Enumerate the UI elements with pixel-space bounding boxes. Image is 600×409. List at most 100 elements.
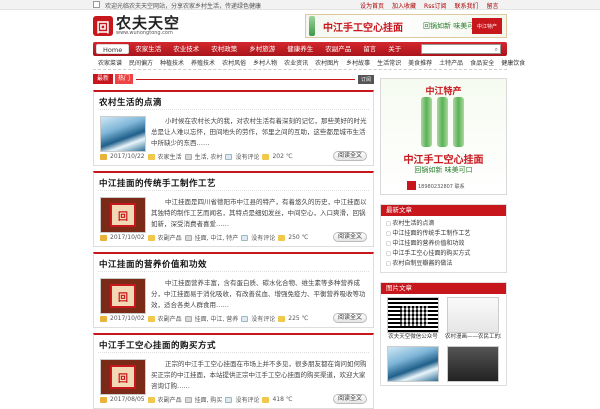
folder-icon	[147, 234, 155, 241]
rss-button[interactable]: 订阅	[357, 74, 374, 84]
noodle-jar-icon	[309, 16, 315, 36]
checkbox-icon[interactable]	[93, 1, 100, 8]
top-link-message[interactable]: 留言	[486, 1, 498, 10]
gallery-item[interactable]	[385, 346, 441, 382]
main-nav: Home 农家生活 农业技术 农村政策 乡村旅游 健康养生 农副产品 留言 关于…	[93, 42, 507, 56]
ad-title: 中江手工空心挂面	[403, 155, 484, 166]
post-category[interactable]: 农副产品	[158, 233, 182, 242]
subnav-item[interactable]: 民间偏方	[129, 58, 153, 69]
subnav-item[interactable]: 养殖技术	[191, 58, 215, 69]
post-excerpt: 中江挂面是四川省德阳市中江县的特产，有着悠久的历史，中江挂面以其独特的制作工艺而…	[151, 198, 367, 228]
recent-post-link[interactable]: 中江挂面的营养价值和功效	[386, 239, 501, 249]
gallery-widget: 图片文章 农夫天空微信公众号 农村漫画——农民工的艰辛	[380, 282, 507, 386]
sidebar: 中江特产 中江手工空心挂面 回锅如新 味美可口 18980232807 联系 最…	[380, 78, 507, 386]
post-views: 250 ℃	[288, 234, 309, 241]
tab-latest[interactable]: 最新	[93, 74, 114, 84]
top-link-favorite[interactable]: 加入收藏	[392, 1, 416, 10]
post-card: 中江挂面的传统手工制作工艺 回 中江挂面是四川省德阳市中江县的特产，有着悠久的历…	[93, 171, 374, 247]
divider	[98, 190, 369, 191]
nav-item[interactable]: 农副产品	[319, 44, 357, 54]
widget-title: 图片文章	[381, 283, 506, 294]
top-link-contact[interactable]: 联系我们	[454, 1, 478, 10]
post-thumbnail[interactable]: 回	[100, 359, 146, 395]
post-thumbnail[interactable]: 回	[100, 197, 146, 233]
read-more-button[interactable]: 阅读全文	[333, 151, 367, 161]
subnav-item[interactable]: 土特产品	[439, 58, 463, 69]
subnav-item[interactable]: 农村图片	[315, 58, 339, 69]
sidebar-ad[interactable]: 中江特产 中江手工空心挂面 回锅如新 味美可口 18980232807 联系	[380, 78, 507, 195]
calendar-icon	[100, 234, 107, 241]
top-links: 设为首页 加入收藏 Rss订阅 联系我们 留言	[360, 1, 498, 10]
views-icon	[278, 234, 286, 241]
nav-item[interactable]: 农家生活	[129, 44, 167, 54]
header-banner-ad[interactable]: 中江手工空心挂面 回锅如新 味美可口 中江特产	[305, 14, 507, 38]
post-tags[interactable]: 挂面, 中江, 营养	[195, 314, 239, 323]
sub-nav: 农家菜谱 民间偏方 种植技术 养殖技术 农村风俗 乡村人物 农业资讯 农村图片 …	[93, 58, 525, 70]
subnav-item[interactable]: 乡村故事	[346, 58, 370, 69]
top-bar: 欢迎光临农夫天空网站，分享农家乡村生活，传递绿色健康 设为首页 加入收藏 Rss…	[0, 0, 600, 10]
recent-post-link[interactable]: 农村自制豆瓣酱的做法	[386, 259, 501, 269]
seal-icon: 回	[110, 203, 136, 227]
subnav-item[interactable]: 健康饮食	[501, 58, 525, 69]
subnav-item[interactable]: 农业资讯	[284, 58, 308, 69]
sketch-image	[447, 297, 499, 333]
subnav-item[interactable]: 生活常识	[377, 58, 401, 69]
search-input[interactable]: ⌕	[421, 44, 501, 54]
gallery-item[interactable]: 农夫天空微信公众号	[385, 297, 441, 342]
subnav-item[interactable]: 乡村人物	[253, 58, 277, 69]
nav-home[interactable]: Home	[96, 44, 130, 54]
post-title[interactable]: 农村生活的点滴	[99, 96, 162, 108]
nav-item[interactable]: 关于	[382, 44, 407, 54]
post-views: 202 ℃	[272, 153, 293, 160]
read-more-button[interactable]: 阅读全文	[333, 232, 367, 242]
gallery-caption: 农村漫画——农民工的艰辛	[445, 334, 501, 340]
post-category[interactable]: 农副产品	[158, 314, 182, 323]
calendar-icon	[100, 153, 107, 160]
subnav-item[interactable]: 美食推荐	[408, 58, 432, 69]
post-meta: 2017/10/02 农副产品 挂面, 中江, 营养 没有评论 225 ℃	[100, 314, 308, 323]
subnav-item[interactable]: 农家菜谱	[98, 58, 122, 69]
seal-icon: 回	[110, 365, 136, 389]
logo-text: 农夫天空	[116, 14, 181, 32]
seal-icon: 回	[110, 284, 136, 308]
post-title[interactable]: 中江挂面的营养价值和功效	[99, 258, 207, 270]
post-comments[interactable]: 没有评论	[235, 152, 259, 161]
site-logo[interactable]: 回 农夫天空 www.wunongtong.com	[93, 14, 193, 38]
top-link-home[interactable]: 设为首页	[360, 1, 384, 10]
search-icon[interactable]: ⌕	[495, 46, 498, 54]
nav-item[interactable]: 农村政策	[205, 44, 243, 54]
subnav-item[interactable]: 种植技术	[160, 58, 184, 69]
banner-badge: 中江特产	[472, 18, 502, 34]
post-comments[interactable]: 没有评论	[251, 233, 275, 242]
tag-icon	[184, 153, 192, 160]
post-tags[interactable]: 生活, 农村	[195, 152, 223, 161]
post-excerpt: 小时候在农村长大的我，对农村生活有着深刻的记忆，那些美好的时光总是让人难以忘怀，…	[151, 117, 367, 147]
post-title[interactable]: 中江手工空心挂面的购买方式	[99, 339, 216, 351]
comment-icon	[225, 153, 233, 160]
noodle-jars-icon	[421, 97, 464, 147]
nav-item[interactable]: 留言	[357, 44, 382, 54]
nav-item[interactable]: 农业技术	[167, 44, 205, 54]
subnav-item[interactable]: 农村风俗	[222, 58, 246, 69]
nav-item[interactable]: 健康养生	[281, 44, 319, 54]
read-more-button[interactable]: 阅读全文	[333, 394, 367, 404]
post-comments[interactable]: 没有评论	[251, 314, 275, 323]
tab-hot[interactable]: 热门	[115, 74, 134, 84]
recent-post-link[interactable]: 中江手工空心挂面的购买方式	[386, 249, 501, 259]
post-title[interactable]: 中江挂面的传统手工制作工艺	[99, 177, 216, 189]
post-tags[interactable]: 挂面, 中江, 特产	[195, 233, 239, 242]
gallery-item[interactable]: 农村漫画——农民工的艰辛	[445, 297, 501, 342]
nav-item[interactable]: 乡村旅游	[243, 44, 281, 54]
list-header: 最新 热门 订阅	[93, 73, 374, 85]
header: 回 农夫天空 www.wunongtong.com 中江手工空心挂面 回锅如新 …	[93, 10, 507, 42]
post-thumbnail[interactable]	[100, 116, 146, 152]
post-category[interactable]: 农家生活	[158, 152, 182, 161]
subnav-item[interactable]: 食品安全	[470, 58, 494, 69]
top-link-rss[interactable]: Rss订阅	[424, 1, 446, 10]
recent-post-link[interactable]: 中江挂面的传统手工制作工艺	[386, 229, 501, 239]
post-date: 2017/10/02	[110, 234, 145, 241]
read-more-button[interactable]: 阅读全文	[333, 313, 367, 323]
post-thumbnail[interactable]: 回	[100, 278, 146, 314]
gallery-item[interactable]	[445, 346, 501, 382]
recent-post-link[interactable]: 农村生活的点滴	[386, 219, 501, 229]
